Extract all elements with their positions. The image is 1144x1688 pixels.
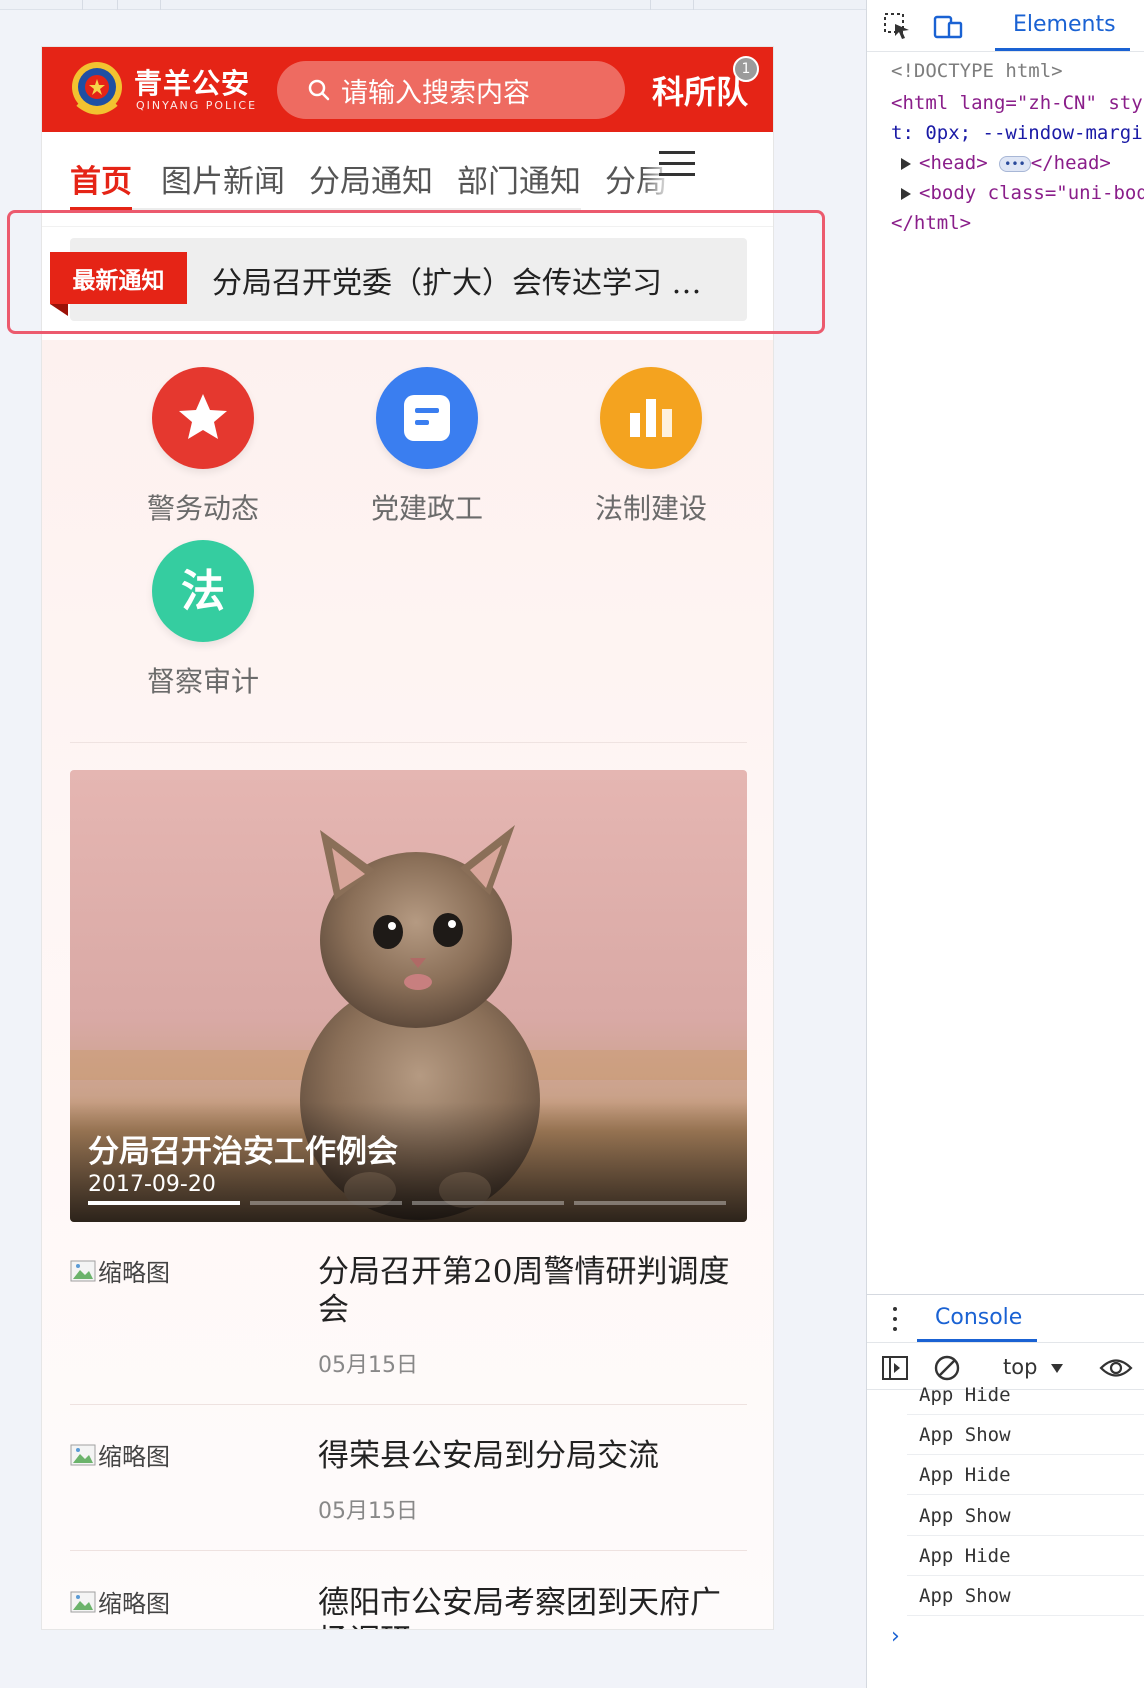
code-head-close: </head> [1030,152,1111,174]
console-toolbar: top [867,1342,1144,1390]
news-title: 德阳市公安局考察团到天府广场调研 [318,1585,721,1629]
tab-home[interactable]: 首页 [70,156,132,201]
shortcut-label: 法制建设 [594,492,707,525]
banner-date: 2017-09-20 [88,1172,216,1197]
log-divider [907,1615,1144,1616]
shortcut-legal-construction[interactable]: 法制建设 [571,367,731,527]
tab-dept-notice[interactable]: 部门通知 [457,156,581,201]
code-html-close[interactable]: </html> [891,212,971,234]
top-strip [0,0,866,10]
log-divider [907,1454,1144,1455]
thumbnail-image: 缩略图 [70,1437,170,1472]
log-divider [907,1575,1144,1576]
brand-name: 青羊公安 [134,67,251,100]
shortcut-label: 督察审计 [146,665,259,698]
code-head-tag: <head> [919,152,988,174]
thumbnail-alt-text: 缩略图 [98,1443,170,1471]
news-list-item[interactable]: 缩略图 得荣县公安局到分局交流 05月15日 [70,1437,747,1547]
inspect-element-icon[interactable] [883,12,911,40]
console-log-line: App Hide [919,1464,1011,1486]
carousel-indicator[interactable] [412,1201,564,1205]
news-list-item[interactable]: 缩略图 分局召开第20周警情研判调度会 05月15日 [70,1253,747,1403]
search-placeholder: 请输入搜索内容 [341,77,530,109]
list-divider [70,1550,747,1551]
tab-active-indicator [995,48,1130,51]
code-doctype[interactable]: <!DOCTYPE html> [891,60,1063,82]
search-icon [308,79,330,101]
notice-highlight-annotation [7,210,825,334]
news-title: 得荣县公安局到分局交流 [318,1438,659,1474]
shortcut-party-building[interactable]: 党建政工 [347,367,507,527]
shortcut-police-news[interactable]: 警务动态 [123,367,283,527]
thumbnail-image: 缩略图 [70,1253,170,1288]
console-log-line: App Hide [919,1545,1011,1567]
console-prompt[interactable]: › [891,1624,900,1649]
code-html-style: t: 0px; --window-margin [891,122,1144,144]
device-toolbar-icon[interactable] [933,14,963,40]
tab-branch-notice[interactable]: 分局通知 [309,156,433,201]
code-body-tag: <body class="uni-body [919,182,1144,204]
thumbnail-alt-text: 缩略图 [98,1259,170,1287]
code-html-open[interactable]: <html lang="zh-CN" style [891,92,1144,114]
svg-text:法: 法 [181,566,225,617]
broken-image-icon [70,1260,96,1281]
tab-console[interactable]: Console [935,1305,1022,1330]
console-log-line: App Hide [919,1384,1011,1406]
carousel-indicator[interactable] [574,1201,726,1205]
carousel-indicator[interactable] [250,1201,402,1205]
log-divider [907,1414,1144,1415]
brand-english: QINYANG POLICE [136,99,258,112]
thumbnail-image: 缩略图 [70,1584,170,1619]
console-log-line: App Show [919,1424,1011,1446]
menu-icon[interactable] [659,149,695,179]
eye-icon[interactable] [1099,1357,1133,1379]
log-divider [907,1535,1144,1536]
ellipsis-icon[interactable]: ••• [999,155,1031,172]
broken-image-icon [70,1591,96,1612]
app-header: 青羊公安 QINYANG POLICE 请输入搜索内容 科所队 1 [42,47,773,132]
clear-console-icon[interactable] [933,1354,961,1382]
shortcut-label: 党建政工 [370,492,483,525]
banner-title: 分局召开治安工作例会 [88,1134,398,1170]
sidebar-toggle-icon[interactable] [881,1355,909,1381]
document-icon [376,367,478,469]
tab-photo-news[interactable]: 图片新闻 [161,156,285,201]
context-selector[interactable]: top [1003,1355,1037,1379]
thumbnail-alt-text: 缩略图 [98,1590,170,1618]
news-carousel[interactable]: 分局召开治安工作例会 2017-09-20 [70,770,747,1222]
shortcut-label: 警务动态 [146,492,259,525]
shortcut-inspection-audit[interactable]: 法 督察审计 [123,540,283,700]
star-icon [152,367,254,469]
news-date: 05月15日 [318,1353,418,1378]
console-log-line: App Show [919,1505,1011,1527]
notification-badge: 1 [733,56,759,82]
law-icon: 法 [152,540,254,642]
chevron-down-icon[interactable] [1051,1364,1063,1373]
code-body-node[interactable]: <body class="uni-body [901,182,1144,204]
news-list-item[interactable]: 缩略图 德阳市公安局考察团到天府广场调研 [70,1584,747,1629]
devtools-panel: Elements <!DOCTYPE html> <html lang="zh-… [866,0,1144,1688]
search-input[interactable]: 请输入搜索内容 [277,61,625,119]
devtools-toolbar: Elements [867,0,1144,52]
police-emblem-icon [72,62,122,115]
list-divider [70,1404,747,1405]
tab-elements[interactable]: Elements [1013,12,1116,37]
news-date: 05月15日 [318,1499,418,1524]
carousel-indicator[interactable] [88,1201,240,1205]
expand-arrow-icon[interactable] [901,157,911,170]
code-head-node[interactable]: <head> ••• </head> [901,152,1111,174]
expand-arrow-icon[interactable] [901,187,911,200]
console-drawer-header: Console [867,1294,1144,1342]
more-options-icon[interactable] [893,1305,897,1333]
log-divider [907,1494,1144,1495]
bar-chart-icon [600,367,702,469]
console-log-line: App Show [919,1585,1011,1607]
broken-image-icon [70,1444,96,1465]
news-title: 分局召开第20周警情研判调度会 [318,1254,730,1328]
section-divider [70,742,747,743]
